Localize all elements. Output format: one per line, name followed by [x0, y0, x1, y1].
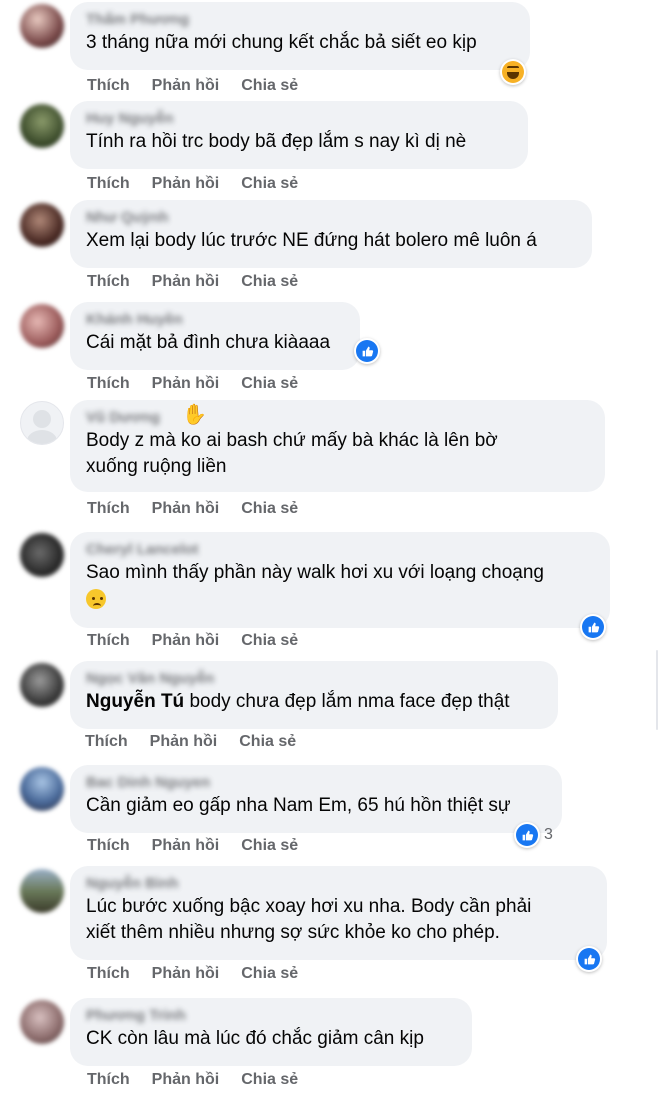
comment-bubble: Huy Nguyễn Tính ra hồi trc body bã đẹp l… [70, 101, 528, 169]
waving-hand-icon: ✋ [182, 404, 207, 426]
comment-bubble: Ngọc Vân Nguyễn Nguyễn Tú body chưa đẹp … [70, 661, 558, 729]
reply-button[interactable]: Phản hồi [152, 965, 220, 983]
reply-button[interactable]: Phản hồi [152, 1071, 220, 1089]
like-icon [578, 948, 600, 970]
like-icon [516, 824, 538, 846]
like-reaction-icon[interactable] [576, 946, 602, 972]
comment-actions: Thích Phản hồi Chia sẻ [87, 632, 320, 650]
comment-author[interactable]: Như Quỳnh [86, 208, 576, 228]
comment-author[interactable]: Ngọc Vân Nguyễn [86, 669, 542, 689]
comment-actions: Thích Phản hồi Chia sẻ [87, 500, 320, 518]
comment-text: Xem lại body lúc trước NE đứng hát boler… [86, 230, 537, 251]
like-button[interactable]: Thích [87, 375, 130, 393]
like-button[interactable]: Thích [87, 273, 130, 291]
comment-text: Cần giảm eo gấp nha Nam Em, 65 hú hồn th… [86, 795, 511, 816]
like-button[interactable]: Thích [87, 965, 130, 983]
comment-actions: Thích Phản hồi Chia sẻ [85, 733, 318, 751]
avatar[interactable] [20, 401, 64, 445]
comment-author[interactable]: Thẩm Phương [86, 10, 514, 30]
mention-tag[interactable]: Nguyễn Tú [86, 691, 184, 712]
share-button[interactable]: Chia sẻ [241, 837, 298, 855]
avatar[interactable] [20, 304, 64, 348]
like-reaction-icon[interactable] [580, 614, 606, 640]
share-button[interactable]: Chia sẻ [239, 733, 296, 751]
comment-bubble: Cheryl Lancelot Sao mình thấy phần này w… [70, 532, 610, 628]
reply-button[interactable]: Phản hồi [152, 175, 220, 193]
comment-text: CK còn lâu mà lúc đó chắc giảm cân kịp [86, 1028, 424, 1049]
like-button[interactable]: Thích [87, 500, 130, 518]
reply-button[interactable]: Phản hồi [152, 273, 220, 291]
comment-actions: Thích Phản hồi Chia sẻ [87, 77, 320, 95]
comment-bubble: Khánh Huyền Cái mặt bả đình chưa kiàaaa [70, 302, 360, 370]
haha-reaction-icon[interactable] [500, 59, 526, 85]
comment-author[interactable]: Phương Trinh [86, 1006, 456, 1026]
like-reaction-icon[interactable] [354, 338, 380, 364]
sad-emoji-icon [86, 589, 106, 609]
comment-bubble: Phương Trinh CK còn lâu mà lúc đó chắc g… [70, 998, 472, 1066]
comment-bubble: Vũ Dương Body z mà ko ai bash chứ mấy bà… [70, 400, 605, 492]
comment-text: Nguyễn Tú body chưa đẹp lắm nma face đẹp… [86, 689, 542, 715]
reply-button[interactable]: Phản hồi [152, 632, 220, 650]
comment-actions: Thích Phản hồi Chia sẻ [87, 965, 320, 983]
comment-text: Cái mặt bả đình chưa kiàaaa [86, 332, 331, 353]
reply-button[interactable]: Phản hồi [150, 733, 218, 751]
like-icon [356, 340, 378, 362]
comment-author[interactable]: Nguyễn Bình [86, 874, 591, 894]
like-button[interactable]: Thích [87, 1071, 130, 1089]
comment-actions: Thích Phản hồi Chia sẻ [87, 175, 320, 193]
comment-text: 3 tháng nữa mới chung kết chắc bả siết e… [86, 32, 477, 53]
share-button[interactable]: Chia sẻ [241, 632, 298, 650]
avatar[interactable] [20, 104, 64, 148]
comment-author[interactable]: Huy Nguyễn [86, 109, 512, 129]
comment-text: Tính ra hồi trc body bã đẹp lắm s nay kì… [86, 131, 467, 152]
comment-text-line: Body z mà ko ai bash chứ mấy bà khác là … [86, 430, 498, 451]
comment-bubble: Thẩm Phương 3 tháng nữa mới chung kết ch… [70, 2, 530, 70]
reaction-count[interactable]: 3 [544, 826, 553, 844]
share-button[interactable]: Chia sẻ [241, 273, 298, 291]
like-reaction-icon[interactable] [514, 822, 540, 848]
share-button[interactable]: Chia sẻ [241, 965, 298, 983]
comment-text-line: xuống ruộng liền [86, 456, 227, 477]
reply-button[interactable]: Phản hồi [152, 375, 220, 393]
comment-author[interactable]: Bac Dinh Nguyen [86, 773, 546, 793]
avatar[interactable] [20, 1000, 64, 1044]
comment-text-line: xiết thêm nhiều nhưng sợ sức khỏe ko cho… [86, 922, 500, 943]
comment-actions: Thích Phản hồi Chia sẻ [87, 273, 320, 291]
comment-text: Sao mình thấy phần này walk hơi xu với l… [86, 562, 544, 583]
avatar[interactable] [20, 533, 64, 577]
like-icon [582, 616, 604, 638]
share-button[interactable]: Chia sẻ [241, 500, 298, 518]
comment-actions: Thích Phản hồi Chia sẻ [87, 1071, 320, 1089]
share-button[interactable]: Chia sẻ [241, 175, 298, 193]
comment-bubble: Như Quỳnh Xem lại body lúc trước NE đứng… [70, 200, 592, 268]
comment-actions: Thích Phản hồi Chia sẻ [87, 837, 320, 855]
reply-button[interactable]: Phản hồi [152, 77, 220, 95]
avatar[interactable] [20, 869, 64, 913]
share-button[interactable]: Chia sẻ [241, 1071, 298, 1089]
scrollbar[interactable] [656, 650, 658, 730]
like-button[interactable]: Thích [85, 733, 128, 751]
comment-actions: Thích Phản hồi Chia sẻ [87, 375, 320, 393]
share-button[interactable]: Chia sẻ [241, 375, 298, 393]
comment-author[interactable]: Vũ Dương [86, 408, 589, 428]
reply-button[interactable]: Phản hồi [152, 837, 220, 855]
comment-text-body: body chưa đẹp lắm nma face đẹp thật [189, 691, 510, 712]
avatar[interactable] [20, 4, 64, 48]
avatar[interactable] [20, 663, 64, 707]
like-button[interactable]: Thích [87, 77, 130, 95]
avatar[interactable] [20, 203, 64, 247]
comment-author[interactable]: Cheryl Lancelot [86, 540, 594, 560]
comment-author[interactable]: Khánh Huyền [86, 310, 344, 330]
avatar[interactable] [20, 767, 64, 811]
like-button[interactable]: Thích [87, 632, 130, 650]
reply-button[interactable]: Phản hồi [152, 500, 220, 518]
comment-bubble: Nguyễn Bình Lúc bước xuống bậc xoay hơi … [70, 866, 607, 960]
like-button[interactable]: Thích [87, 175, 130, 193]
comment-bubble: Bac Dinh Nguyen Cần giảm eo gấp nha Nam … [70, 765, 562, 833]
like-button[interactable]: Thích [87, 837, 130, 855]
haha-icon [502, 61, 524, 83]
share-button[interactable]: Chia sẻ [241, 77, 298, 95]
comment-text-line: Lúc bước xuống bậc xoay hơi xu nha. Body… [86, 896, 532, 917]
